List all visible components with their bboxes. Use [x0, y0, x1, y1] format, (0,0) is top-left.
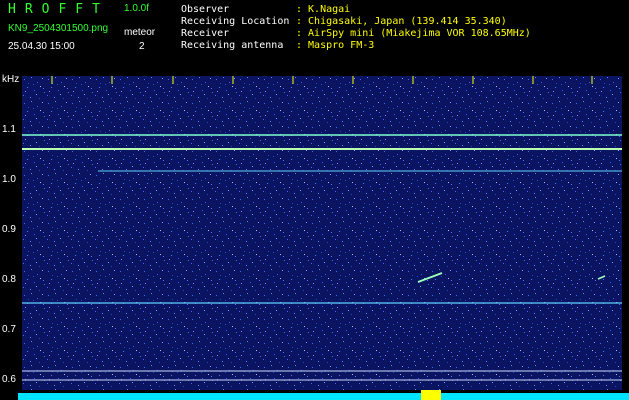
antenna-label: Receiving antenna: [181, 40, 284, 51]
location-label: Receiving Location: [181, 16, 290, 27]
date-time: 25.04.30 15:00: [8, 41, 75, 52]
mode-label: meteor: [124, 27, 156, 38]
receiver-label: Receiver: [181, 28, 230, 39]
spectrogram: [22, 76, 622, 390]
receiver-value: : AirSpy mini (Miakejima VOR 108.65MHz): [296, 28, 531, 39]
app-version: 1.0.0f: [124, 3, 150, 14]
app-logo: HROFFT: [8, 2, 109, 17]
y-tick: 0.8: [2, 274, 16, 285]
signal-baseline: [0, 390, 629, 400]
observer-value: : K.Nagai: [296, 4, 351, 15]
count-value: 2: [139, 41, 145, 52]
noise-field: [22, 76, 622, 390]
y-tick: 0.9: [2, 224, 16, 235]
observer-label: Observer: [181, 4, 230, 15]
y-tick: 0.6: [2, 374, 16, 385]
y-tick: 1.1: [2, 124, 16, 135]
file-name: KN9_2504301500.png: [8, 23, 109, 34]
header-panel: HROFFT 1.0.0f KN9_2504301500.png meteor …: [0, 0, 629, 74]
y-tick: 0.7: [2, 324, 16, 335]
antenna-value: : Maspro FM-3: [296, 40, 375, 51]
location-value: : Chigasaki, Japan (139.414 35.340): [296, 16, 507, 27]
y-axis-unit: kHz: [2, 74, 20, 85]
y-tick: 1.0: [2, 174, 16, 185]
